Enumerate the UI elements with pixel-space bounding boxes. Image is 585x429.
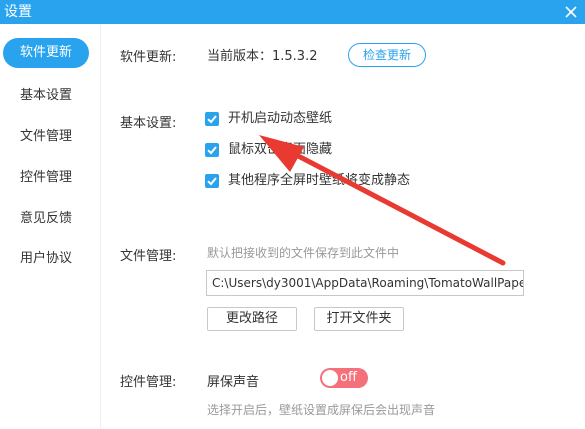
checkmark-icon (207, 146, 217, 155)
toggle-state-text: off (340, 370, 357, 385)
title-bar: 设置 (0, 0, 585, 24)
sidebar: 软件更新 基本设置 文件管理 控件管理 意见反馈 用户协议 (0, 24, 100, 429)
sidebar-item-software-update[interactable]: 软件更新 (3, 38, 89, 68)
fullscreen-static-label: 其他程序全屏时壁纸将变成静态 (228, 173, 411, 188)
screensaver-sound-hint: 选择开启后，壁纸设置成屏保后会出现声音 (207, 403, 436, 417)
current-version: 当前版本：1.5.3.2 (207, 49, 318, 64)
sidebar-divider (100, 24, 101, 429)
screensaver-sound-toggle[interactable]: off (320, 368, 368, 388)
files-hint: 默认把接收到的文件保存到此文件中 (207, 246, 400, 260)
update-section-label: 软件更新: (120, 50, 177, 65)
sidebar-item-basic-settings[interactable]: 基本设置 (3, 81, 89, 111)
autostart-checkbox[interactable] (205, 112, 219, 126)
screensaver-sound-label: 屏保声音 (207, 375, 260, 390)
check-update-button[interactable]: 检查更新 (348, 43, 426, 67)
close-icon (565, 6, 577, 18)
files-section-label: 文件管理: (120, 249, 177, 264)
double-click-hide-label: 鼠标双击桌面隐藏 (228, 142, 333, 157)
sidebar-item-file-management[interactable]: 文件管理 (3, 122, 89, 152)
fullscreen-static-checkbox[interactable] (205, 174, 219, 188)
checkmark-icon (207, 115, 217, 124)
widgets-section-label: 控件管理: (120, 375, 177, 390)
save-path-input[interactable]: C:\Users\dy3001\AppData\Roaming\TomatoWa… (206, 270, 524, 296)
sidebar-item-feedback[interactable]: 意见反馈 (3, 204, 89, 234)
checkmark-icon (207, 177, 217, 186)
sidebar-item-user-agreement[interactable]: 用户协议 (3, 244, 89, 274)
open-folder-button[interactable]: 打开文件夹 (314, 307, 404, 331)
basic-section-label: 基本设置: (120, 116, 177, 131)
sidebar-item-widget-management[interactable]: 控件管理 (3, 163, 89, 193)
change-path-button[interactable]: 更改路径 (207, 307, 297, 331)
autostart-label: 开机启动动态壁纸 (228, 111, 333, 126)
double-click-hide-checkbox[interactable] (205, 143, 219, 157)
close-button[interactable] (561, 0, 581, 24)
window-title: 设置 (4, 4, 32, 20)
toggle-knob (322, 370, 338, 386)
